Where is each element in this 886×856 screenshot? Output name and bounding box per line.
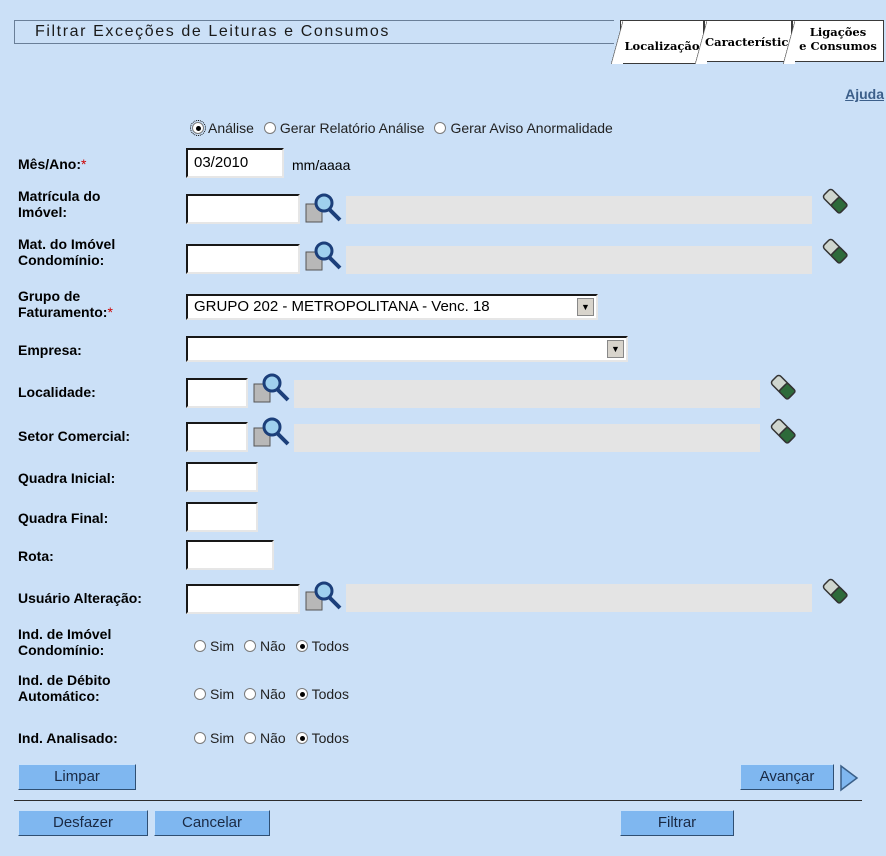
grupo-faturamento-label: Grupo de Faturamento:* xyxy=(18,288,113,320)
setor-comercial-description xyxy=(294,424,760,452)
empresa-label: Empresa: xyxy=(18,342,82,358)
setor-comercial-input[interactable] xyxy=(186,422,248,452)
radio-analise[interactable] xyxy=(190,120,206,136)
localidade-description xyxy=(294,380,760,408)
ind-analisado-radio-group: Sim Não Todos xyxy=(194,730,355,746)
ind-debito-todos-radio[interactable] xyxy=(295,688,308,700)
ind-condominio-radio-group: Sim Não Todos xyxy=(194,638,355,654)
ind-debito-radio-group: Sim Não Todos xyxy=(194,686,355,702)
mode-radio-group: Análise Gerar Relatório Análise Gerar Av… xyxy=(190,120,619,136)
empresa-select[interactable]: ▼ xyxy=(186,336,628,362)
chevron-down-icon: ▼ xyxy=(577,298,594,316)
tab-caracteristica[interactable]: Característica xyxy=(695,20,796,64)
quadra-final-label: Quadra Final: xyxy=(18,510,109,526)
matricula-label: Matrícula do Imóvel: xyxy=(18,188,101,220)
divider xyxy=(14,800,862,801)
radio-gerar-relatorio[interactable] xyxy=(263,122,276,134)
ind-debito-nao-radio[interactable] xyxy=(244,688,257,700)
help-link[interactable]: Ajuda xyxy=(845,86,884,102)
chevron-down-icon: ▼ xyxy=(607,340,624,358)
tab-ligacoes-consumos[interactable]: Ligações e Consumos xyxy=(783,20,884,64)
mes-ano-format-hint: mm/aaaa xyxy=(292,157,351,173)
mes-ano-label: Mês/Ano:* xyxy=(18,156,87,172)
eraser-icon[interactable] xyxy=(768,416,798,446)
desfazer-button[interactable]: Desfazer xyxy=(18,810,148,836)
usuario-alteracao-label: Usuário Alteração: xyxy=(18,590,142,606)
mat-condominio-label: Mat. do Imóvel Condomínio: xyxy=(18,236,116,268)
ind-condominio-nao-radio[interactable] xyxy=(244,640,257,652)
ind-condominio-sim-radio[interactable] xyxy=(194,640,206,652)
mat-condominio-input[interactable] xyxy=(186,244,300,274)
setor-comercial-label: Setor Comercial: xyxy=(18,428,131,444)
radio-analise-label: Análise xyxy=(208,120,254,136)
rota-label: Rota: xyxy=(18,548,54,564)
mat-condominio-description xyxy=(346,246,812,274)
mes-ano-input[interactable]: 03/2010 xyxy=(186,148,284,178)
eraser-icon[interactable] xyxy=(820,236,850,266)
radio-gerar-aviso-label: Gerar Aviso Anormalidade xyxy=(450,120,613,136)
ind-condominio-todos-radio[interactable] xyxy=(295,640,308,652)
ind-analisado-todos-radio[interactable] xyxy=(295,732,308,744)
arrow-right-icon[interactable] xyxy=(838,764,860,792)
ind-analisado-nao-radio[interactable] xyxy=(244,732,257,744)
ind-debito-sim-radio[interactable] xyxy=(194,688,206,700)
eraser-icon[interactable] xyxy=(820,186,850,216)
magnifier-search-icon[interactable] xyxy=(304,192,344,224)
radio-gerar-aviso[interactable] xyxy=(434,122,447,134)
localidade-label: Localidade: xyxy=(18,384,96,400)
ind-condominio-label: Ind. de Imóvel Condomínio: xyxy=(18,626,112,658)
grupo-faturamento-select[interactable]: GRUPO 202 - METROPOLITANA - Venc. 18 ▼ xyxy=(186,294,598,320)
page-title-bar: Filtrar Exceções de Leituras e Consumos xyxy=(14,20,614,44)
magnifier-search-icon[interactable] xyxy=(304,580,344,612)
eraser-icon[interactable] xyxy=(820,576,850,606)
rota-input[interactable] xyxy=(186,540,274,570)
tab-localizacao[interactable]: Localização xyxy=(611,20,704,64)
cancelar-button[interactable]: Cancelar xyxy=(154,810,270,836)
radio-gerar-relatorio-label: Gerar Relatório Análise xyxy=(279,120,425,136)
usuario-alteracao-description xyxy=(346,584,812,612)
limpar-button[interactable]: Limpar xyxy=(18,764,136,790)
ind-analisado-label: Ind. Analisado: xyxy=(18,730,118,746)
localidade-input[interactable] xyxy=(186,378,248,408)
quadra-final-input[interactable] xyxy=(186,502,258,532)
eraser-icon[interactable] xyxy=(768,372,798,402)
magnifier-search-icon[interactable] xyxy=(252,372,292,404)
matricula-description xyxy=(346,196,812,224)
magnifier-search-icon[interactable] xyxy=(304,240,344,272)
quadra-inicial-label: Quadra Inicial: xyxy=(18,470,116,486)
quadra-inicial-input[interactable] xyxy=(186,462,258,492)
ind-debito-label: Ind. de Débito Automático: xyxy=(18,672,111,704)
magnifier-search-icon[interactable] xyxy=(252,416,292,448)
page-title: Filtrar Exceções de Leituras e Consumos xyxy=(35,23,390,40)
filtrar-button[interactable]: Filtrar xyxy=(620,810,734,836)
avancar-button[interactable]: Avançar xyxy=(740,764,834,790)
ind-analisado-sim-radio[interactable] xyxy=(194,732,206,744)
matricula-input[interactable] xyxy=(186,194,300,224)
usuario-alteracao-input[interactable] xyxy=(186,584,300,614)
